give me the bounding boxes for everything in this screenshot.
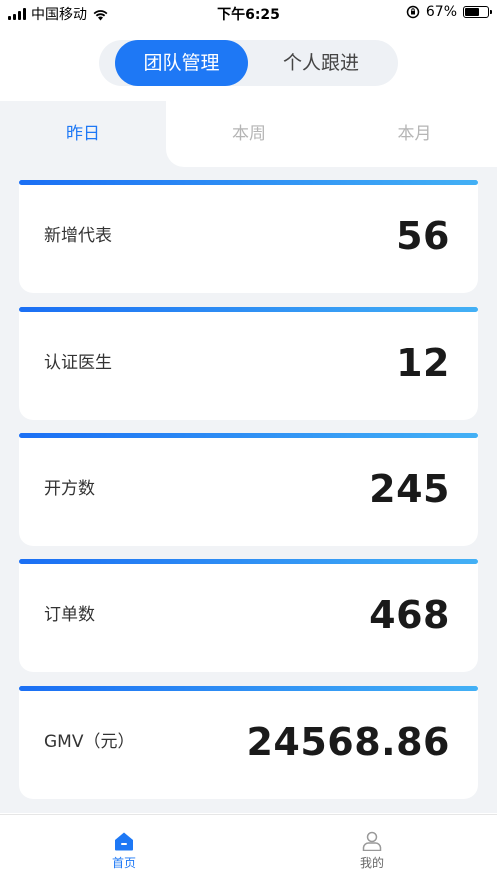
stat-card-gmv: GMV（元） 24568.86 — [19, 686, 478, 799]
stat-value: 24568.86 — [246, 720, 450, 764]
nav-me[interactable]: 我的 — [312, 815, 432, 884]
stat-card-certified-doctors: 认证医生 12 — [19, 307, 478, 420]
stat-value: 468 — [369, 593, 450, 637]
tab-this-week[interactable]: 本周 — [166, 101, 332, 167]
stat-value: 56 — [396, 214, 450, 258]
stat-label: 认证医生 — [44, 353, 112, 373]
battery-icon — [463, 6, 492, 18]
stat-value: 12 — [396, 341, 450, 385]
stat-label: 订单数 — [44, 605, 95, 625]
bottom-nav: 首页 我的 — [0, 814, 497, 884]
nav-me-label: 我的 — [359, 856, 384, 870]
stat-label: 新增代表 — [44, 226, 112, 246]
stat-card-new-reps: 新增代表 56 — [19, 180, 478, 293]
user-icon — [362, 831, 382, 851]
home-icon — [115, 832, 133, 851]
orientation-lock-icon — [406, 5, 420, 19]
segment-team-management[interactable]: 团队管理 — [115, 40, 248, 86]
stat-value: 245 — [369, 467, 450, 511]
status-bar: 中国移动 下午6:25 67% — [0, 0, 497, 26]
stat-label: GMV（元） — [44, 732, 135, 752]
stat-label: 开方数 — [44, 479, 95, 499]
mode-switch: 团队管理 个人跟进 — [99, 40, 398, 86]
status-right: 67% — [406, 4, 492, 20]
nav-home-label: 首页 — [111, 856, 136, 870]
nav-home[interactable]: 首页 — [64, 815, 184, 884]
stat-card-orders: 订单数 468 — [19, 559, 478, 672]
tab-yesterday[interactable]: 昨日 — [0, 101, 166, 167]
tab-this-month[interactable]: 本月 — [332, 101, 497, 167]
battery-percent: 67% — [425, 4, 457, 20]
segment-personal-follow[interactable]: 个人跟进 — [259, 40, 383, 86]
stat-card-prescriptions: 开方数 245 — [19, 433, 478, 546]
